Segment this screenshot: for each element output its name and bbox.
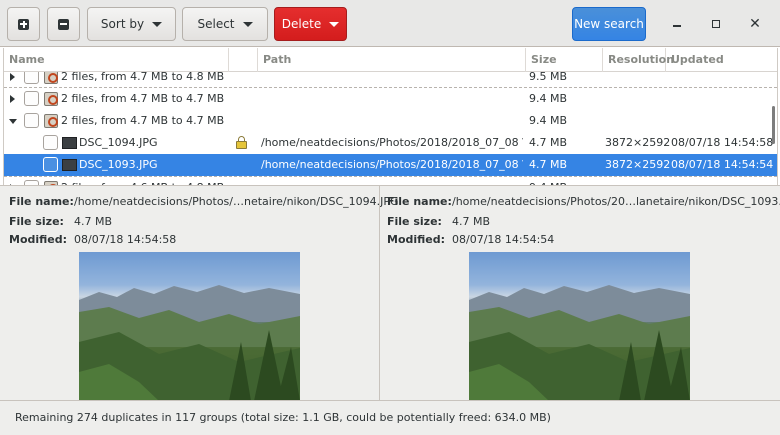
column-header-lock[interactable] [229,48,258,72]
add-button[interactable] [7,7,40,41]
minimize-button[interactable] [667,14,687,34]
group-row[interactable]: 2 files, from 4.6 MB to 4.8 MB 9.4 MB [4,176,777,185]
row-name: 2 files, from 4.7 MB to 4.7 MB [61,92,225,105]
row-resolution: 3872×2592 [605,136,671,149]
modified-label: Modified: [9,233,68,246]
new-search-button[interactable]: New search [572,7,646,41]
expander-down-icon[interactable] [9,119,17,124]
duplicate-group-icon [44,114,58,128]
file-size-value: 4.7 MB [452,215,491,228]
close-button[interactable]: ✕ [745,14,765,34]
row-size: 9.4 MB [529,177,567,185]
sort-by-button[interactable]: Sort by [87,7,176,41]
group-row-expanded[interactable]: 2 files, from 4.7 MB to 4.7 MB 9.4 MB [4,110,777,132]
row-resolution: 3872×2592 [605,158,671,171]
minus-square-icon [58,18,69,30]
file-size-value: 4.7 MB [74,215,113,228]
minimize-icon [673,25,681,27]
row-updated: 08/07/18 14:54:54 [671,158,774,171]
row-name: DSC_1093.JPG [79,158,158,171]
delete-button[interactable]: Delete [274,7,347,41]
chevron-down-icon [329,21,340,27]
file-row-selected[interactable]: DSC_1093.JPG /home/neatdecisions/Photos/… [4,154,777,176]
select-button[interactable]: Select [182,7,268,41]
modified-value: 08/07/18 14:54:54 [452,233,555,246]
maximize-button[interactable] [706,14,726,34]
group-checkbox[interactable] [24,91,39,106]
group-checkbox[interactable] [24,72,39,84]
file-checkbox[interactable] [43,135,58,150]
row-name: 2 files, from 4.7 MB to 4.7 MB [61,114,225,127]
tree-scrollbar[interactable] [772,106,775,144]
modified-label: Modified: [387,233,446,246]
status-text: Remaining 274 duplicates in 117 groups (… [15,411,551,424]
file-checkbox[interactable] [43,157,58,172]
row-size: 9.5 MB [529,72,568,83]
duplicate-group-icon [44,72,58,84]
duplicate-group-icon [44,92,58,106]
chevron-down-icon [242,21,253,27]
row-size: 9.4 MB [529,114,568,127]
row-path: /home/neatdecisions/Photos/2018/2018_07_… [261,136,523,149]
details-pane-left: File name: /home/neatdecisions/Photos/…n… [0,186,399,401]
expander-right-icon[interactable] [10,95,15,103]
column-header-updated[interactable]: Updated [666,48,777,72]
duplicates-tree[interactable]: Name Path Size Resolution Updated 2 file… [3,48,778,185]
row-size: 9.4 MB [529,92,568,105]
close-icon: ✕ [749,16,761,32]
row-size: 4.7 MB [529,136,568,149]
file-name-value: /home/neatdecisions/Photos/20…lanetaire/… [452,195,780,208]
file-name-label: File name: [9,195,74,208]
maximize-icon [712,20,720,28]
tree-header: Name Path Size Resolution Updated [4,48,777,72]
status-bar: Remaining 274 duplicates in 117 groups (… [0,400,780,435]
group-row[interactable]: 2 files, from 4.7 MB to 4.7 MB 9.4 MB [4,88,777,110]
column-header-resolution[interactable]: Resolution [603,48,674,72]
image-preview [469,252,690,401]
header-bar: Sort by Select Delete New search ✕ [0,0,780,47]
column-header-path[interactable]: Path [258,48,526,72]
row-path: /home/neatdecisions/Photos/2018/2018_07_… [261,158,523,171]
delete-label: Delete [281,17,322,31]
row-size: 4.7 MB [529,158,568,171]
image-file-icon [62,137,77,149]
chevron-down-icon [152,21,163,27]
file-row[interactable]: DSC_1094.JPG /home/neatdecisions/Photos/… [4,132,777,154]
sort-by-label: Sort by [100,17,145,31]
file-size-label: File size: [9,215,64,228]
expander-right-icon[interactable] [10,73,15,81]
remove-button[interactable] [47,7,80,41]
modified-value: 08/07/18 14:54:58 [74,233,177,246]
group-row[interactable]: 2 files, from 4.7 MB to 4.8 MB 9.5 MB [4,72,777,88]
image-file-icon [62,159,77,171]
image-preview [79,252,300,401]
row-name: DSC_1094.JPG [79,136,158,149]
file-name-label: File name: [387,195,452,208]
tree-rows: 2 files, from 4.7 MB to 4.8 MB 9.5 MB 2 … [4,72,777,185]
file-name-value: /home/neatdecisions/Photos/…netaire/niko… [74,195,399,208]
row-name: 2 files, from 4.7 MB to 4.8 MB [61,72,225,83]
new-search-label: New search [574,17,644,31]
column-header-name[interactable]: Name [4,48,229,72]
row-name: 2 files, from 4.6 MB to 4.8 MB [61,177,224,185]
details-area: File name: /home/neatdecisions/Photos/…n… [0,185,780,401]
group-checkbox[interactable] [24,113,39,128]
plus-square-icon [18,18,29,30]
column-header-size[interactable]: Size [526,48,603,72]
lock-icon[interactable] [236,136,247,149]
file-size-label: File size: [387,215,442,228]
row-updated: 08/07/18 14:54:58 [671,136,774,149]
details-pane-right: File name: /home/neatdecisions/Photos/20… [379,186,780,401]
select-label: Select [197,17,235,31]
